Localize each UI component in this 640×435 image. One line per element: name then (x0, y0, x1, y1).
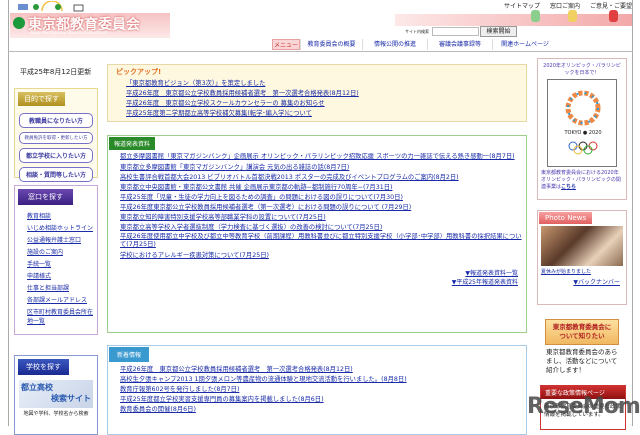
olympic-emblem-icon: TOKYO ● 2020 (563, 90, 602, 155)
purpose-box: 目的で探す 教職員になりたい方 教員免許を取得・更新したい方 都立学校に入りたい… (14, 88, 98, 182)
info-icon[interactable] (568, 10, 577, 22)
press-link[interactable]: 東京都立中央図書館・東京都公文書館 共催 企画展示東京都の軌跡−都制施行70周年… (120, 183, 526, 193)
press-2013-link[interactable]: ▼平成25年報道発表資料 (108, 278, 518, 287)
olympic-link[interactable]: こちら (561, 184, 576, 190)
window-link[interactable]: 区市町村教育委員会所在地一覧 (27, 307, 97, 325)
press-link[interactable]: 東京都立多摩図書館「東京マガジンバンク」講演会 元気の出る雑誌の話(8月7日) (120, 163, 526, 173)
window-link[interactable]: 公益通報弁護士窓口 (27, 235, 97, 244)
sitemap-icon[interactable] (531, 10, 540, 22)
pill-license[interactable]: 教員免許を取得・更新したい方 (19, 132, 93, 144)
photo-news-title: Photo News (539, 212, 593, 224)
school-box: 学校を探す 都立高校 検索サイト 地図や学科、学校名から検索 (14, 355, 98, 435)
news-link[interactable]: 教育委員会の開催(8月6日) (120, 405, 526, 415)
olympic-text: 東京都教育委員会における2020年オリンピック・パラリンピックの関連事業は (541, 170, 621, 190)
press-link[interactable]: 平成26年度東京都公立学校教員採用候補者選考（第一次選考）における問題の誤りにつ… (120, 203, 526, 213)
updated-date: 平成25年8月12日更新 (20, 68, 92, 76)
news-link[interactable]: 平成26年度 東京都公立学校教員採用候補者選考 第一次選考合格発表(8月12日) (120, 365, 526, 375)
nav-divider (8, 51, 633, 52)
school-title: 学校を探す (18, 359, 69, 375)
news-link[interactable]: 教育庁報第602号を発行しました(8月7日) (120, 385, 526, 395)
press-link[interactable]: 東京都立知的障害特別支援学校高等部職業学科の設置について(7月25日) (120, 213, 526, 223)
resemom-watermark: ReseMom (527, 394, 640, 419)
olympic-box: 2020年オリンピック・パラリンピックを日本で！ TOKYO ● 2020 東京… (537, 58, 627, 200)
site-subtitle: Tokyo Metropolitan Board of Education (30, 30, 108, 35)
press-link[interactable]: 平成25年度「児童・生徒の学力向上を図るための調査」の問題における図の誤りについ… (120, 193, 526, 203)
pickup-link[interactable]: 平成25年度第二学期都立高等学校補欠募集(転学･編入学)について (126, 109, 526, 119)
about-button[interactable]: 東京都教育委員会について知りたい (545, 319, 619, 345)
press-link[interactable]: 都立多摩図書館「東京マガジンバンク」企画展示 オリンピック・パラリンピック招致応… (120, 153, 526, 161)
window-link[interactable]: 仕事と担当部課 (27, 283, 97, 292)
news-title: 新着情報 (109, 347, 150, 362)
window-link[interactable]: 手続一覧 (27, 259, 97, 268)
window-box: 窓口を探す 教育相談 いじめ相談ホットライン 公益通報弁護士窓口 施設のご案内 … (14, 185, 98, 335)
pickup-link[interactable]: 「東京都教育ビジョン（第3次）」を策定しました (126, 79, 526, 89)
banner-line1: 都立高校 (21, 383, 53, 392)
top-band (395, 14, 632, 26)
pickup-title: ピックアップ! (116, 68, 162, 76)
window-link[interactable]: 施設のご案内 (27, 247, 97, 256)
skyline-illustration-icon (18, 1, 84, 12)
school-caption: 地図や学科、学校名から検索 (23, 411, 89, 417)
nav-links[interactable]: 関連ホームページ (492, 39, 557, 50)
window-link[interactable]: 教育相談 (27, 211, 97, 220)
window-title: 窓口を探す (18, 189, 73, 205)
purpose-title: 目的で探す (18, 92, 65, 106)
olympic-title: 2020年オリンピック・パラリンピックを日本で！ (543, 63, 621, 76)
press-link[interactable]: 東京都立高等学校入学者選抜制度（学力検査に基づく選抜）の改善の検討について(7月… (120, 223, 526, 233)
tokyo2020-logo[interactable]: TOKYO ● 2020 (547, 79, 617, 167)
search-button[interactable]: 検索開始 (480, 26, 517, 37)
sitemap-link[interactable]: サイトマップ (504, 1, 540, 10)
photo-news-image[interactable] (541, 226, 623, 266)
pickup-link[interactable]: 平成26年度 東京都公立学校スクールカウンセラーの 募集のお知らせ (126, 99, 526, 109)
backnumber-link[interactable]: ▼バックナンバー (538, 277, 620, 286)
pill-consult[interactable]: 相談・質問等したい方 (19, 167, 93, 182)
window-link[interactable]: 申請様式 (27, 271, 97, 280)
main-nav: メニュー 教育委員会の概要 情報公開の推進 審議会議事録等 関連ホームページ (272, 39, 557, 50)
mailbox-icon[interactable] (609, 10, 618, 22)
press-link[interactable]: 高校生書評合戦首都大会2013 ビブリオバトル首都決戦2013 ポスターの完成及… (120, 173, 526, 183)
photo-news-box: Photo News 夏休みが始まりました ▼バックナンバー (537, 210, 627, 305)
school-search-banner[interactable]: 都立高校 検索サイト (19, 380, 93, 408)
banner-line2: 検索サイト (51, 394, 91, 403)
photo-caption-link[interactable]: 夏休みが始まりました (541, 268, 623, 275)
news-link[interactable]: 高校生夕張キャンプ2013 1期夕張メロン等農産物の流通体験と現地交流活動を行い… (120, 375, 526, 385)
window-link[interactable]: いじめ相談ホットライン (27, 223, 97, 232)
news-link[interactable]: 平成25年度都立学校実習支援専門員の募集案内を掲載しました(8月6日) (120, 395, 526, 405)
search-input[interactable] (432, 27, 479, 36)
press-title: 報道発表資料 (109, 137, 156, 150)
feedback-link[interactable]: ご意見・ご要望 (590, 1, 632, 10)
press-box: 報道発表資料 都立多摩図書館「東京マガジンバンク」企画展示 オリンピック・パラリ… (107, 135, 527, 333)
pill-become-teacher[interactable]: 教職員になりたい方 (19, 113, 93, 128)
top-links: サイトマップ 窓口ご案内 ご意見・ご要望 (504, 1, 632, 10)
news-box: 新着情報 平成26年度 東京都公立学校教員採用候補者選考 第一次選考合格発表(8… (107, 345, 527, 435)
press-link[interactable]: 平成26年度使用都立中学校及び都立中等教育学校（前期課程）用教科書並びに都立特別… (120, 233, 526, 249)
press-link[interactable]: 学校におけるアレルギー疾患対策について(7月25日) (120, 251, 526, 261)
nav-minutes[interactable]: 審議会議事録等 (427, 39, 492, 50)
pickup-link[interactable]: 平成26年度 東京都公立学校教員採用候補者選考 第一次選考合格発表(8月12日) (126, 89, 526, 99)
window-guide-link[interactable]: 窓口ご案内 (550, 1, 580, 10)
nav-disclosure[interactable]: 情報公開の推進 (362, 39, 427, 50)
search-label: サイト内検索 (405, 29, 429, 34)
press-list-link[interactable]: ▼報道発表資料一覧 (108, 269, 518, 278)
window-link[interactable]: 各部課メールアドレス (27, 295, 97, 304)
about-text: 東京都教育委員会のあらまし、活動などについて紹介します！ (546, 348, 618, 374)
pill-enter-school[interactable]: 都立学校に入りたい方 (19, 148, 93, 163)
logo-text: TOKYO ● 2020 (563, 130, 601, 136)
nav-menu: メニュー (272, 39, 300, 50)
ginkgo-logo-icon (13, 17, 25, 29)
pickup-box: ピックアップ! 「東京都教育ビジョン（第3次）」を策定しました 平成26年度 東… (107, 64, 527, 122)
nav-overview[interactable]: 教育委員会の概要 (300, 39, 362, 50)
